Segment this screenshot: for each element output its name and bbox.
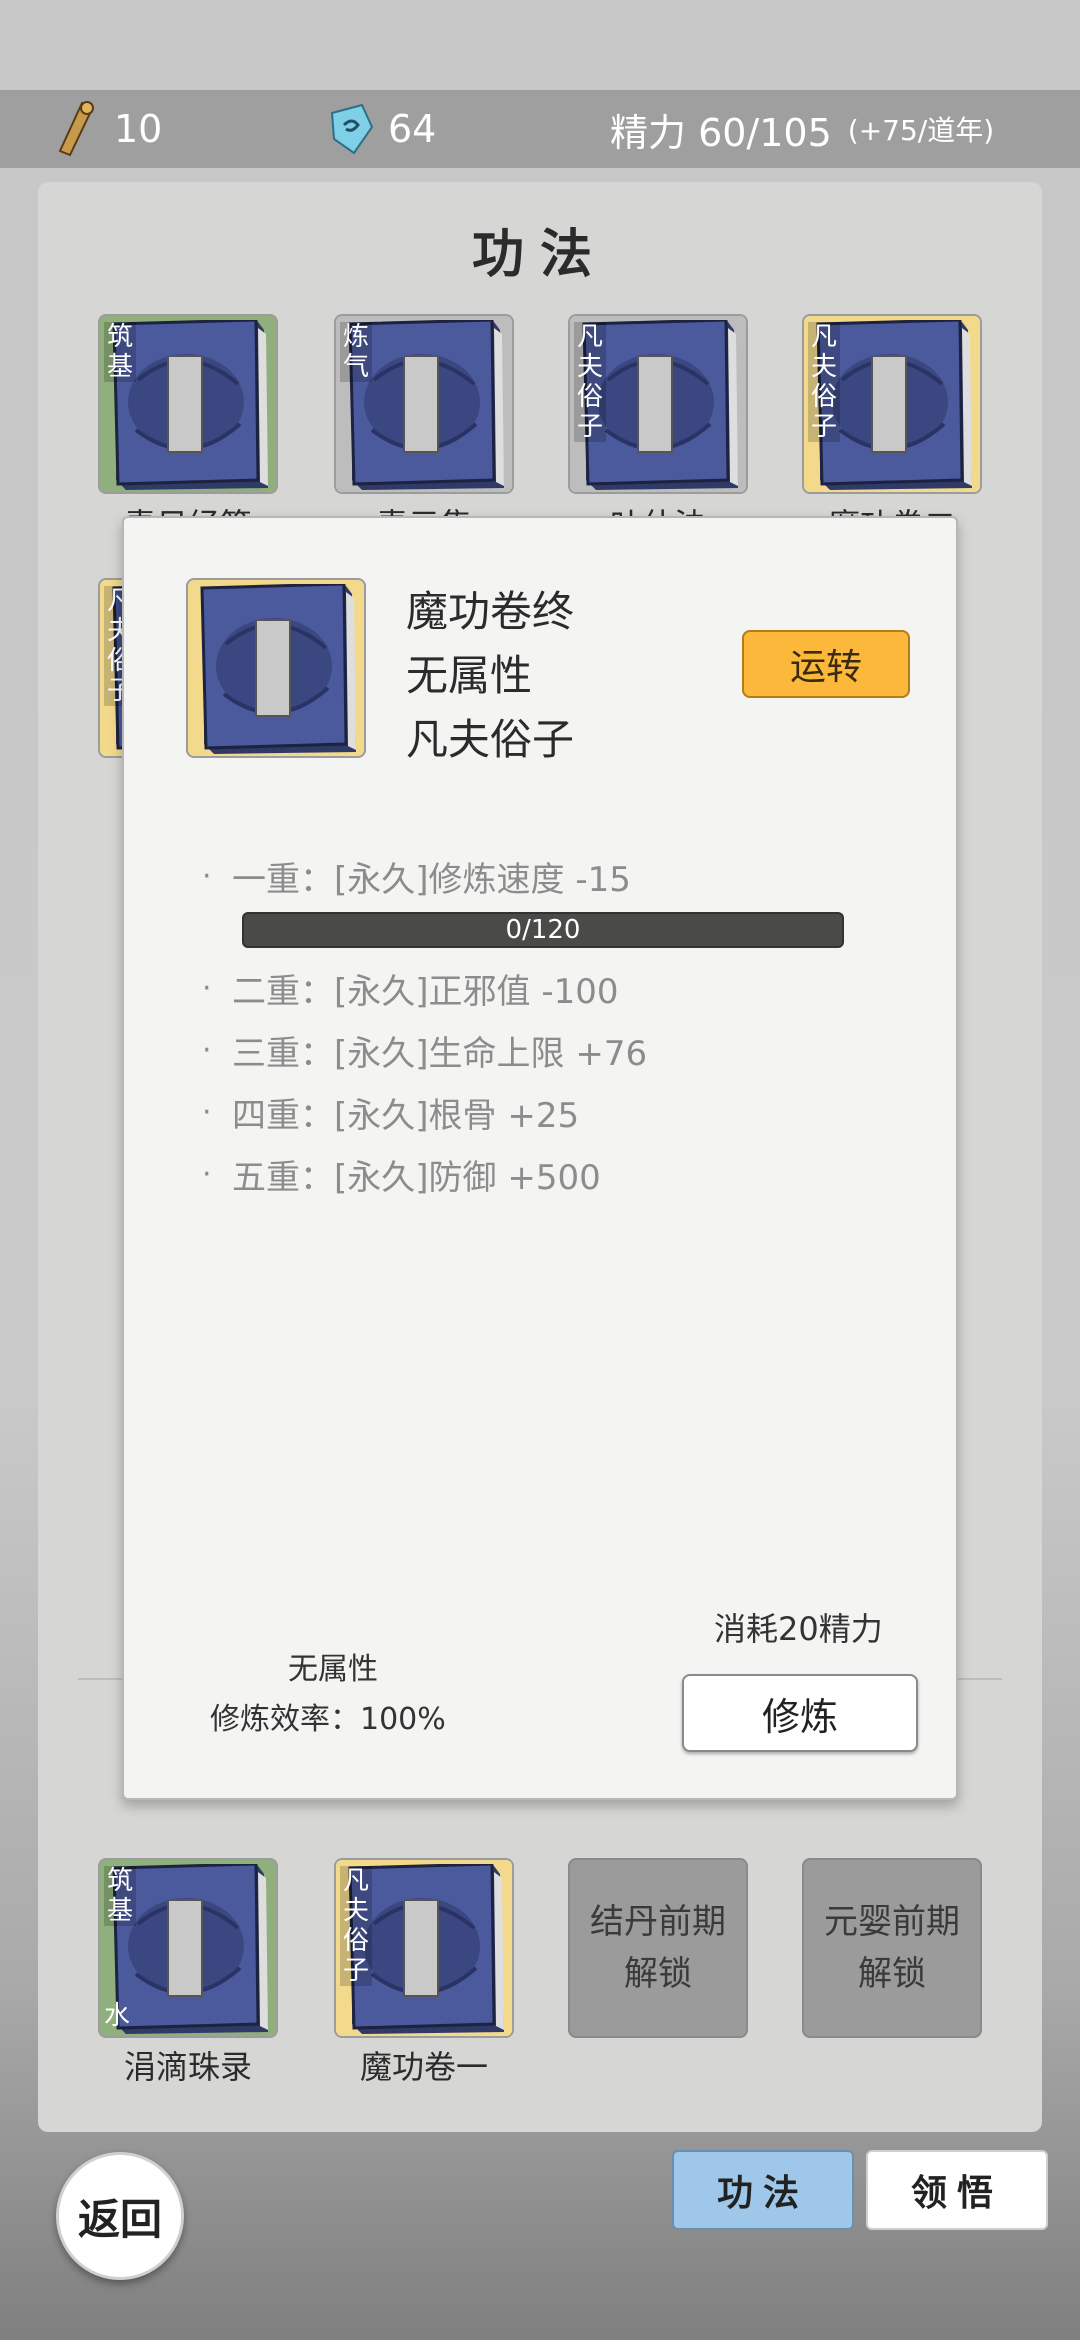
tab-comprehension[interactable]: 领悟 [866, 2150, 1048, 2230]
bullet-icon: · [202, 1095, 212, 1130]
locked-slot-label: 解锁 [624, 1954, 692, 1994]
resource-bar: 10 64 精力 60/105 (+75/道年) [0, 90, 1080, 168]
footer-attribute: 无属性 [288, 1652, 378, 1687]
detail-attribute: 无属性 [406, 651, 533, 700]
locked-slot-requirement: 元婴前期 [824, 1902, 960, 1942]
effect-text: [永久]正邪值 -100 [334, 972, 619, 1012]
book-card[interactable]: 凡夫俗子 [802, 314, 982, 494]
book-rank-tag: 凡夫俗子 [574, 322, 606, 442]
effect-level: 二重： [232, 972, 334, 1012]
run-button[interactable]: 运转 [742, 630, 910, 698]
book-rank-tag: 筑基 [104, 322, 136, 382]
book-card[interactable]: 筑基 水 [98, 1858, 278, 2038]
energy-cost: 消耗20精力 [714, 1610, 883, 1648]
effect-level: 五重： [232, 1158, 334, 1198]
book-name: 涓滴珠录 [123, 2048, 252, 2086]
crystal-resource: 64 [326, 99, 436, 159]
energy-label: 精力 60/105 [610, 110, 832, 155]
locked-slot-requirement: 结丹前期 [590, 1902, 726, 1942]
bullet-icon: · [202, 1157, 212, 1192]
practice-button[interactable]: 修炼 [682, 1674, 918, 1752]
energy-display: 精力 60/105 (+75/道年) [610, 102, 994, 157]
detail-book-name: 魔功卷终 [406, 587, 575, 636]
panel-title: 功法 [471, 224, 608, 285]
practice-efficiency: 修炼效率：100% [210, 1702, 446, 1737]
scroll-count: 10 [114, 107, 163, 151]
technique-detail-dialog: 魔功卷终 无属性 凡夫俗子 运转 · 一重： [永久]修炼速度 -15 0/12… [122, 516, 958, 1800]
effect-row: · 四重： [永久]根骨 +25 [202, 1088, 579, 1137]
book-name: 魔功卷一 [359, 2048, 488, 2086]
book-icon [196, 584, 364, 756]
effect-text: [永久]防御 +500 [334, 1158, 601, 1198]
scroll-resource: 10 [52, 99, 162, 159]
detail-book-icon [186, 578, 366, 758]
effect-row: · 一重： [永久]修炼速度 -15 [202, 852, 631, 901]
effect-level: 四重： [232, 1096, 334, 1136]
detail-rank: 凡夫俗子 [406, 715, 575, 764]
effect-text: [永久]修炼速度 -15 [334, 860, 631, 900]
crystal-count: 64 [388, 107, 437, 151]
effect-row: · 三重： [永久]生命上限 +76 [202, 1026, 647, 1075]
book-card[interactable]: 凡夫俗子 [568, 314, 748, 494]
progress-text: 0/120 [505, 915, 581, 945]
effect-row: · 五重： [永久]防御 +500 [202, 1150, 601, 1199]
bullet-icon: · [202, 1033, 212, 1068]
effect-row: · 二重： [永久]正邪值 -100 [202, 964, 619, 1013]
scroll-icon [58, 101, 94, 157]
bullet-icon: · [202, 859, 212, 894]
book-card[interactable]: 筑基 [98, 314, 278, 494]
book-rank-tag: 炼气 [340, 322, 372, 382]
locked-slot: 元婴前期 解锁 [802, 1858, 982, 2038]
effect-level: 三重： [232, 1034, 334, 1074]
tab-techniques[interactable]: 功法 [672, 2150, 854, 2230]
locked-slot-label: 解锁 [858, 1954, 926, 1994]
energy-rate: (+75/道年) [847, 114, 995, 147]
book-card[interactable]: 凡夫俗子 [334, 1858, 514, 2038]
crystal-icon [330, 103, 374, 155]
book-card[interactable]: 炼气 [334, 314, 514, 494]
locked-slot: 结丹前期 解锁 [568, 1858, 748, 2038]
progress-bar: 0/120 [242, 912, 844, 948]
effect-text: [永久]生命上限 +76 [334, 1034, 648, 1074]
back-button[interactable]: 返回 [56, 2152, 184, 2280]
book-rank-tag: 凡夫俗子 [808, 322, 840, 442]
book-element-tag: 水 [104, 2001, 131, 2031]
effect-level: 一重： [232, 860, 334, 900]
effect-text: [永久]根骨 +25 [334, 1096, 580, 1136]
bullet-icon: · [202, 971, 212, 1006]
book-rank-tag: 筑基 [104, 1866, 136, 1926]
book-rank-tag: 凡夫俗子 [340, 1866, 372, 1986]
